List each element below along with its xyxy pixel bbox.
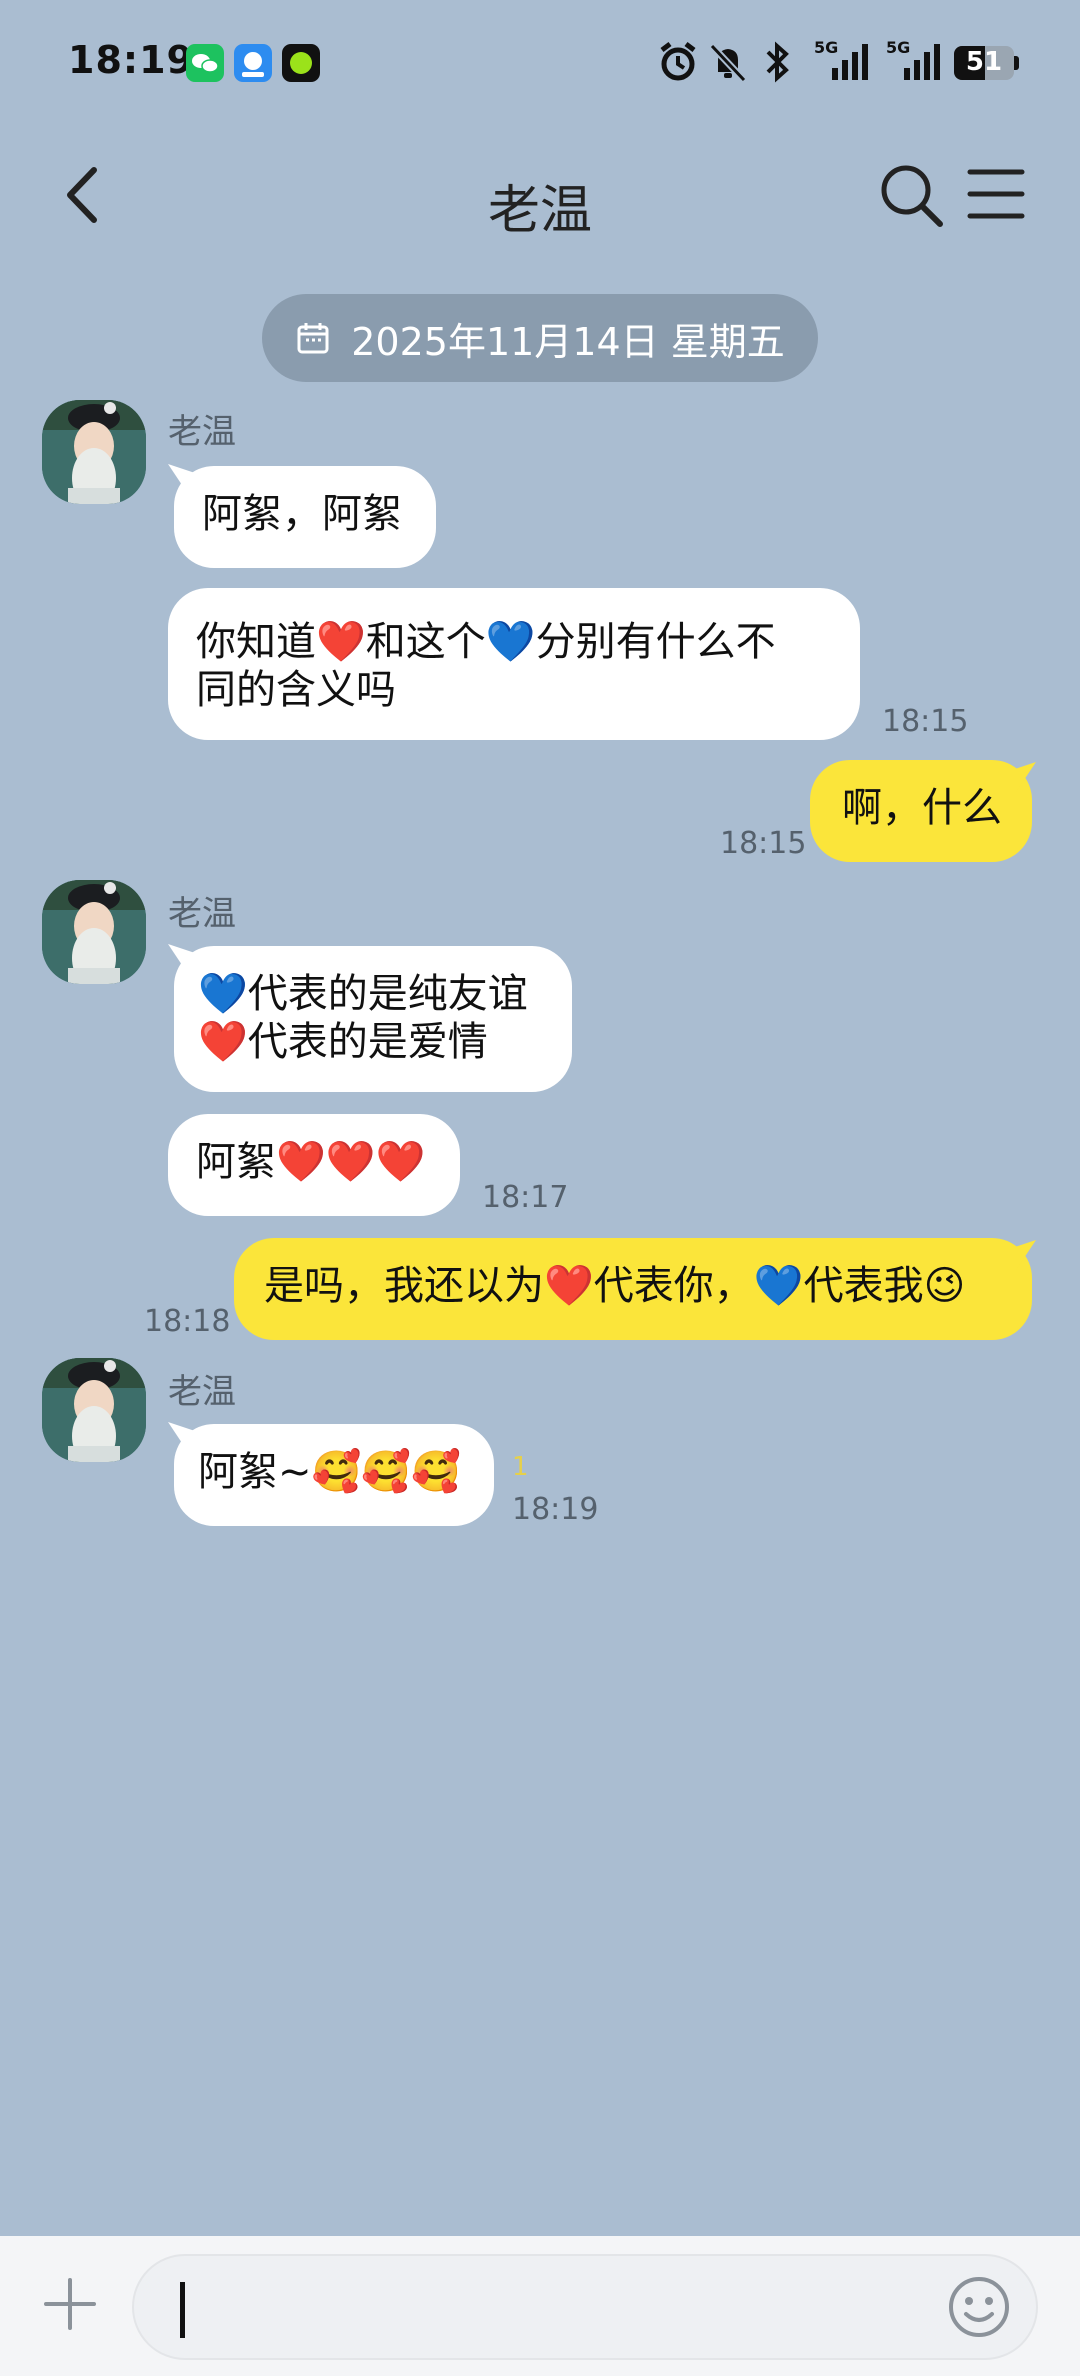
message-text: 💙代表的是纯友谊 ❤️代表的是爱情 [198,971,528,1065]
message-time: 18:18 [144,1304,231,1339]
calendar-icon [297,323,329,354]
text-cursor [180,2282,185,2338]
bluetooth-icon [766,41,789,83]
message-bubble[interactable]: 是吗，我还以为❤️代表你，💙代表我😉 [234,1238,1032,1340]
message-bubble[interactable]: 阿絮~🥰🥰🥰 [174,1424,494,1526]
date-text: 2025年11月14日 星期五 [351,319,785,364]
avatar[interactable] [42,880,146,984]
message-text: 是吗，我还以为❤️代表你，💙代表我😉 [264,1263,966,1309]
chat-screen: 18:19 5G 5G 51 老温 2025年11月14日 星期五 老温 阿絮，… [0,0,1080,2376]
avatar[interactable] [42,1358,146,1462]
message-text: 你知道❤️和这个💙分别有什么不 同的含义吗 [196,619,776,713]
message-time: 18:15 [720,826,807,861]
message-time: 18:19 [512,1492,599,1527]
date-divider: 2025年11月14日 星期五 [262,294,818,382]
wechat-icon [186,44,224,82]
search-icon[interactable] [876,160,946,230]
mute-bell-icon [709,43,747,83]
emoji-icon[interactable] [946,2274,1012,2340]
message-text: 阿絮，阿絮 [202,491,402,537]
avatar[interactable] [42,400,146,504]
input-bar [0,2236,1080,2376]
message-time: 18:17 [482,1180,569,1215]
chat-header: 老温 [0,120,1080,270]
bubble-tail [1006,762,1036,792]
menu-icon[interactable] [966,166,1026,222]
signal-1: 5G [812,38,874,84]
message-text: 啊，什么 [842,785,1002,831]
message-bubble[interactable]: 你知道❤️和这个💙分别有什么不 同的含义吗 [168,588,860,740]
message-time: 18:15 [882,704,969,739]
message-input[interactable] [132,2254,1038,2360]
green-app-icon [282,44,320,82]
message-bubble[interactable]: 阿絮❤️❤️❤️ [168,1114,460,1216]
sender-name: 老温 [168,412,236,452]
message-text: 阿絮~🥰🥰🥰 [198,1449,461,1495]
message-bubble[interactable]: 💙代表的是纯友谊 ❤️代表的是爱情 [174,946,572,1092]
unread-count: 1 [512,1452,529,1482]
battery-icon: 51 [954,46,1020,80]
bubble-tail [1006,1240,1036,1270]
signal-2: 5G [884,38,946,84]
battery-level: 51 [965,47,1003,77]
message-bubble[interactable]: 阿絮，阿絮 [174,466,436,568]
status-time: 18:19 [68,38,194,82]
sender-name: 老温 [168,1372,236,1412]
message-text: 阿絮❤️❤️❤️ [196,1139,426,1185]
app-store-icon [234,44,272,82]
status-bar: 18:19 5G 5G 51 [0,0,1080,120]
message-bubble[interactable]: 啊，什么 [810,760,1032,862]
alarm-icon [660,42,696,81]
sender-name: 老温 [168,894,236,934]
plus-icon[interactable] [40,2274,100,2334]
